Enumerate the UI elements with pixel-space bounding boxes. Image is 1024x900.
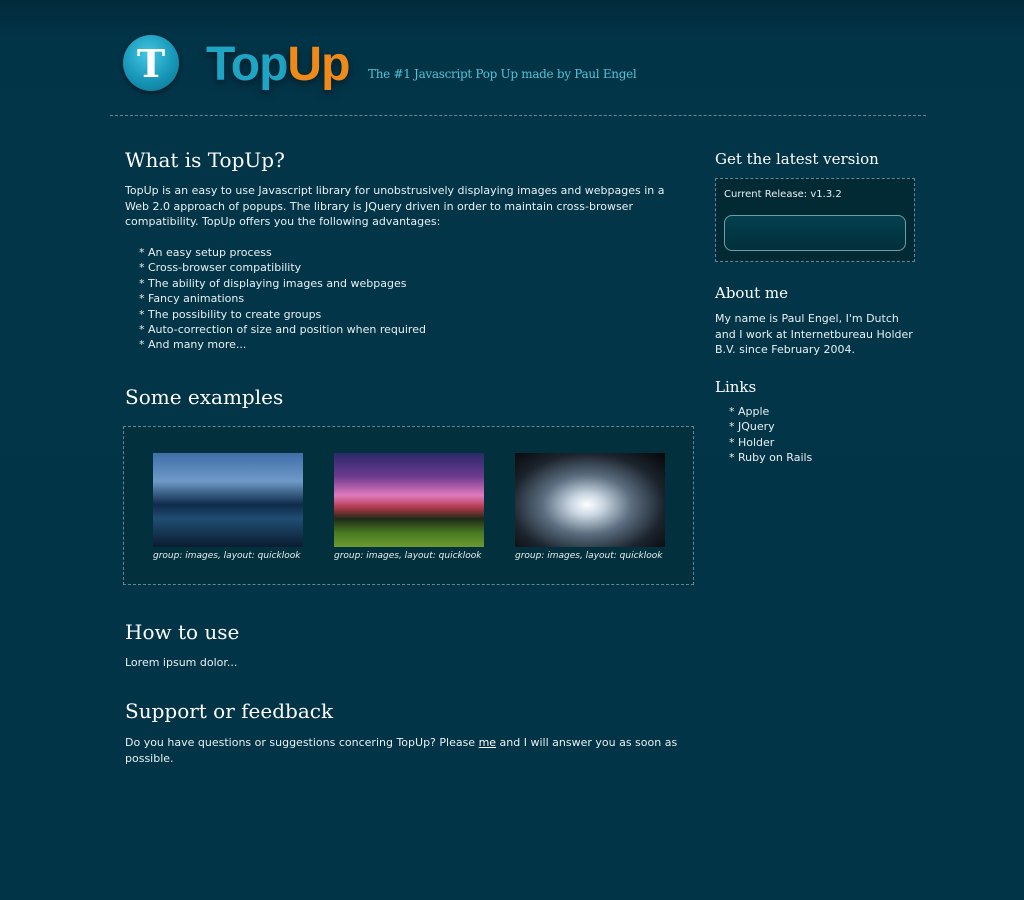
section-title-examples: Some examples <box>125 385 284 409</box>
how-text: Lorem ipsum dolor... <box>125 656 238 669</box>
contact-me-link[interactable]: me <box>479 736 496 749</box>
example-thumb-city[interactable]: group: images, layout: quicklook <box>153 453 303 561</box>
section-title-how: How to use <box>125 620 240 644</box>
thumb-caption: group: images, layout: quicklook <box>153 551 301 561</box>
site-header: T TopUp The #1 Javascript Pop Up made by… <box>110 0 926 116</box>
examples-gallery: group: images, layout: quicklook group: … <box>123 426 694 585</box>
city-skyline-image[interactable] <box>153 453 303 547</box>
sidebar-title-links: Links <box>715 378 757 396</box>
list-item: * Fancy animations <box>139 292 245 306</box>
download-button[interactable] <box>724 215 906 251</box>
logo-badge-icon[interactable]: T <box>123 35 179 91</box>
sea-image[interactable] <box>515 453 665 547</box>
logo-word-up: Up <box>287 38 350 91</box>
sunset-image[interactable] <box>334 453 484 547</box>
list-item: * Cross-browser compatibility <box>139 261 302 275</box>
link-item: * Apple <box>729 404 812 419</box>
support-text-before: Do you have questions or suggestions con… <box>125 736 479 749</box>
tagline: The #1 Javascript Pop Up made by Paul En… <box>368 67 637 81</box>
example-thumb-sunset[interactable]: group: images, layout: quicklook <box>334 453 484 561</box>
support-text: Do you have questions or suggestions con… <box>125 735 685 766</box>
sidebar-title-about: About me <box>715 284 789 302</box>
list-item: * The ability of displaying images and w… <box>139 276 407 290</box>
list-item: * And many more... <box>139 338 247 352</box>
link-item: * Ruby on Rails <box>729 450 812 465</box>
thumb-caption: group: images, layout: quicklook <box>515 551 663 561</box>
about-text: My name is Paul Engel, I'm Dutch and I w… <box>715 312 913 356</box>
link-item: * JQuery <box>729 419 812 434</box>
links-list: * Apple * JQuery * Holder * Ruby on Rail… <box>729 404 812 466</box>
advantages-list: * An easy setup process * Cross-browser … <box>139 245 426 353</box>
link-apple[interactable]: * Apple <box>729 405 769 418</box>
section-title-support: Support or feedback <box>125 699 334 723</box>
thumb-caption: group: images, layout: quicklook <box>334 551 482 561</box>
link-holder[interactable]: * Holder <box>729 436 774 449</box>
link-jquery[interactable]: * JQuery <box>729 420 775 433</box>
logo-letter: T <box>136 41 166 86</box>
sidebar-title-latest: Get the latest version <box>715 150 879 168</box>
logo-word-top: Top <box>206 38 288 91</box>
link-item: * Holder <box>729 435 812 450</box>
logo-wordmark[interactable]: TopUp <box>202 34 353 96</box>
list-item: * Auto-correction of size and position w… <box>139 323 426 337</box>
current-release: Current Release: v1.3.2 <box>724 189 842 200</box>
list-item: * The possibility to create groups <box>139 307 322 321</box>
list-item: * An easy setup process <box>139 246 272 259</box>
section-title-what: What is TopUp? <box>125 148 285 172</box>
example-thumb-sea[interactable]: group: images, layout: quicklook <box>515 453 665 561</box>
release-box: Current Release: v1.3.2 <box>715 178 915 262</box>
link-ruby-on-rails[interactable]: * Ruby on Rails <box>729 451 812 464</box>
intro-text: TopUp is an easy to use Javascript libra… <box>125 184 665 228</box>
